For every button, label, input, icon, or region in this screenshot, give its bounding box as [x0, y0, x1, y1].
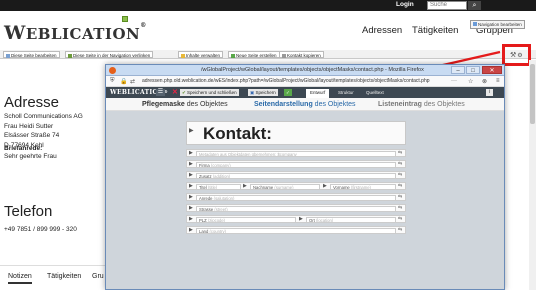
expand-arrow-icon[interactable]: ▶	[189, 205, 193, 212]
surname-field[interactable]: Nachname (surname)	[250, 184, 320, 190]
window-title: /wGlobalProject/wGlobal/layout/templates…	[201, 67, 424, 73]
company-field[interactable]: Firma (company)	[196, 162, 396, 168]
expand-arrow-icon[interactable]: ▶	[299, 216, 303, 223]
url-field[interactable]: adressen.php.old.weblication.de/wES/inde…	[142, 78, 442, 84]
expand-arrow-icon[interactable]: ▶	[189, 216, 193, 223]
tab-quelltext[interactable]: Quelltext	[362, 89, 388, 98]
subtab-pflegemaske[interactable]: Pflegemaske des Objektes	[142, 101, 228, 108]
page-actions-button[interactable]: ···	[451, 78, 457, 84]
form-row: ▶ Metadaten aus Objektdaten übernehmen: …	[186, 149, 406, 157]
link-icon[interactable]: ⇆	[398, 172, 402, 179]
expand-arrow-icon[interactable]: ▶	[189, 150, 193, 157]
expand-arrow-icon[interactable]: ▶	[243, 183, 247, 190]
pocket-icon[interactable]: ⊗	[482, 78, 487, 85]
cancel-button[interactable]: ✕	[170, 89, 180, 96]
form-row: ▶ Anrede (salutation) ⇆	[186, 193, 406, 201]
firefox-window: /wGlobalProject/wGlobal/layout/templates…	[105, 64, 505, 290]
expand-arrow-icon[interactable]: ▶	[189, 194, 193, 201]
zipcode-field[interactable]: PLZ (zipcode)	[196, 217, 296, 223]
phone-number: +49 7851 / 899 999 - 320	[4, 226, 77, 233]
link-icon[interactable]: ⇆	[398, 227, 402, 234]
metadata-field[interactable]: Metadaten aus Objektdaten übernehmen: $c…	[196, 151, 396, 157]
bookmark-icon[interactable]: ☆	[468, 78, 473, 85]
tab-struktur[interactable]: Struktur	[334, 89, 358, 98]
form-row: ▶ Titel (title) ▶ Nachname (surname) ▶ V…	[186, 182, 406, 190]
site-info-icon: ⇄	[130, 79, 136, 85]
form-row: ▶ Strasse (street) ⇆	[186, 204, 406, 212]
hamburger-menu-icon[interactable]: ≡	[496, 78, 500, 84]
form-row: ▶ Firma (company) ⇆	[186, 160, 406, 168]
link-icon[interactable]: ⇆	[398, 183, 402, 190]
bottom-tabs: Notizen Tätigkeiten Gru	[0, 265, 110, 290]
form-row: ▶ Land (country) ⇆	[186, 226, 406, 234]
addition-field[interactable]: Zusatz (addition)	[196, 173, 396, 179]
view-subtabs: Pflegemaske des Objektes Seitendarstellu…	[106, 98, 504, 111]
tab-notizen[interactable]: Notizen	[8, 273, 32, 284]
address-line: Elsässer Straße 74	[4, 132, 60, 139]
save-button[interactable]: ▣ Speichern	[248, 89, 278, 96]
shield-icon: ⛨	[110, 78, 115, 84]
address-line: Scholl Communications AG	[4, 113, 83, 120]
weblication-toolbar: WEBLICATION® ☰ ✕ ✔ Speichern und schließ…	[106, 87, 504, 98]
scrollbar-thumb[interactable]	[530, 64, 535, 124]
lock-icon: 🔒	[120, 79, 128, 85]
salutation-label: Briefanrede:	[4, 145, 43, 152]
expand-arrow-icon[interactable]: ▶	[189, 183, 193, 190]
form-title: Kontakt:	[203, 124, 272, 143]
floppy-icon: ▣	[250, 90, 255, 95]
form-title-box: ▶ Kontakt:	[186, 121, 406, 145]
phone-heading: Telefon	[4, 203, 53, 220]
tab-entwurf[interactable]: Entwurf	[306, 89, 330, 98]
expand-arrow-icon[interactable]: ▶	[189, 127, 194, 134]
tab-taetigkeiten[interactable]: Tätigkeiten	[47, 273, 81, 280]
save-close-icon: ✔	[182, 90, 186, 95]
expand-arrow-icon[interactable]: ▶	[189, 227, 193, 234]
expand-arrow-icon[interactable]: ▶	[323, 183, 327, 190]
close-button[interactable]: ✕	[482, 66, 502, 74]
minimize-button[interactable]: –	[451, 66, 465, 74]
link-icon[interactable]: ⇆	[398, 194, 402, 201]
link-icon[interactable]: ⇆	[398, 150, 402, 157]
subtab-listeneintrag[interactable]: Listeneintrag des Objektes	[378, 101, 465, 108]
title-field[interactable]: Titel (title)	[196, 184, 241, 190]
address-line: Frau Heidi Sutter	[4, 122, 54, 130]
expand-arrow-icon[interactable]: ▶	[189, 161, 193, 168]
street-field[interactable]: Strasse (street)	[196, 206, 396, 212]
info-icon[interactable]: i	[486, 89, 493, 96]
page-scrollbar[interactable]	[529, 60, 536, 290]
form-row: ▶ Zusatz (addition) ⇆	[186, 171, 406, 179]
link-icon[interactable]: ⇆	[398, 216, 402, 223]
form-row: ▶ PLZ (zipcode) ▶ Ort (location) ⇆	[186, 215, 406, 223]
save-close-button[interactable]: ✔ Speichern und schließen	[180, 89, 239, 96]
url-bar: ⛨ 🔒 ⇄ adressen.php.old.weblication.de/wE…	[106, 76, 504, 87]
maximize-button[interactable]: □	[466, 66, 480, 74]
ok-button[interactable]: ✓	[284, 89, 292, 96]
address-heading: Adresse	[4, 94, 60, 111]
menu-icon[interactable]: ☰	[156, 89, 165, 96]
link-icon[interactable]: ⇆	[398, 205, 402, 212]
expand-arrow-icon[interactable]: ▶	[189, 172, 193, 179]
tab-gruppen[interactable]: Gru	[92, 273, 104, 280]
country-field[interactable]: Land (country)	[196, 228, 396, 234]
firefox-icon	[109, 67, 116, 74]
link-icon[interactable]: ⇆	[398, 161, 402, 168]
firstname-field[interactable]: Vorname (firstname)	[330, 184, 396, 190]
subtab-seitendarstellung[interactable]: Seitendarstellung des Objektes	[254, 101, 356, 108]
salutation-value: Sehr geehrte Frau	[4, 153, 57, 160]
window-titlebar[interactable]: /wGlobalProject/wGlobal/layout/templates…	[106, 65, 504, 76]
location-field[interactable]: Ort (location)	[306, 217, 396, 223]
salutation-field[interactable]: Anrede (salutation)	[196, 195, 396, 201]
